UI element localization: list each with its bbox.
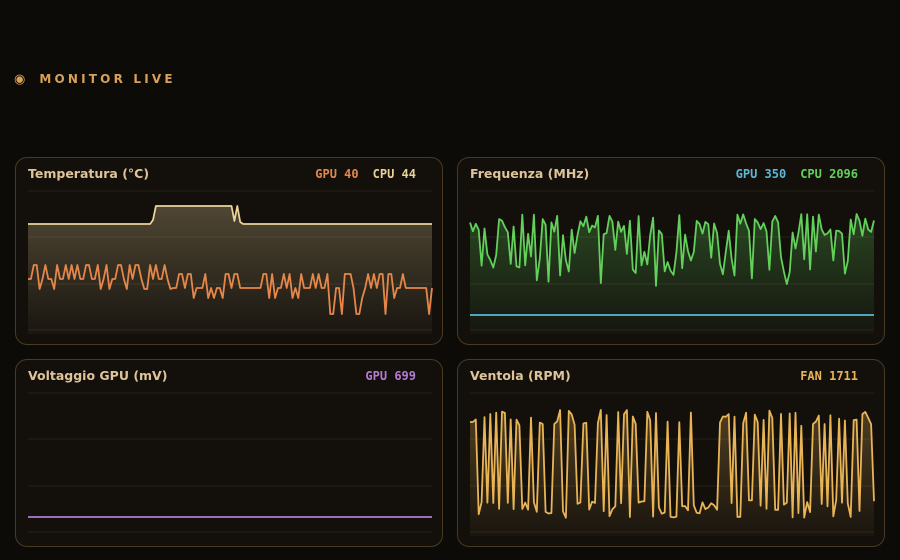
app-header: ◉ MONITOR LIVE	[14, 70, 176, 88]
fan-panel: Ventola (RPM) FAN 1711	[457, 359, 885, 547]
app-title: MONITOR LIVE	[39, 72, 176, 86]
voltage-panel: Voltaggio GPU (mV) GPU 699	[15, 359, 443, 547]
frequency-panel: Frequenza (MHz) GPU 350 CPU 2096	[457, 157, 885, 345]
fan-chart	[470, 392, 875, 536]
series-area	[28, 206, 432, 334]
voltage-chart	[28, 392, 432, 533]
live-indicator-icon: ◉	[14, 71, 26, 87]
frequency-chart	[469, 190, 875, 334]
temperature-panel: Temperatura (°C) GPU 40 CPU 44	[15, 157, 443, 345]
temperature-chart	[28, 190, 433, 334]
